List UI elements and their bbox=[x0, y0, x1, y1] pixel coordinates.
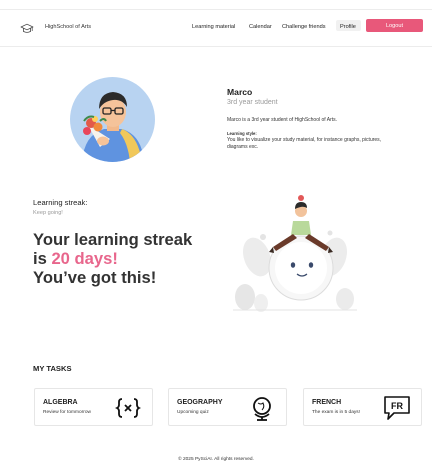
task-name: GEOGRAPHY bbox=[177, 399, 223, 406]
task-name: FRENCH bbox=[312, 399, 342, 406]
student-description: Marco is a 3rd year student of HighSchoo… bbox=[227, 117, 338, 123]
task-subtitle: The exam is in 5 days! bbox=[312, 410, 360, 415]
task-name: ALGEBRA bbox=[43, 399, 78, 406]
streak-illustration bbox=[233, 195, 357, 312]
learning-style-label: Learning style: bbox=[227, 131, 257, 136]
streak-line-1: Your learning streak bbox=[33, 230, 193, 249]
learning-style-text: You like to visualize your study materia… bbox=[227, 137, 382, 150]
nav-profile[interactable]: Profile bbox=[340, 24, 356, 30]
brand-name[interactable]: HighSchool of Arts bbox=[45, 24, 91, 30]
nav-calendar[interactable]: Calendar bbox=[249, 24, 272, 30]
avatar bbox=[70, 77, 155, 162]
streak-is: is bbox=[33, 249, 52, 268]
nav-challenge-friends[interactable]: Challenge friends bbox=[282, 24, 326, 30]
streak-line-2: is 20 days! bbox=[33, 249, 192, 268]
nav-learning-material[interactable]: Learning material bbox=[192, 24, 235, 30]
my-tasks-title: MY TASKS bbox=[33, 364, 72, 373]
task-card-french[interactable]: FRENCH The exam is in 5 days! FR bbox=[303, 388, 422, 426]
task-subtitle: Upcoming quiz bbox=[177, 410, 209, 415]
student-name: Marco bbox=[227, 87, 253, 97]
top-navbar: HighSchool of Arts Learning material Cal… bbox=[0, 9, 432, 47]
task-card-algebra[interactable]: ALGEBRA Review for tommorrow bbox=[34, 388, 153, 426]
graduation-cap-icon[interactable] bbox=[20, 23, 34, 35]
function-braces-icon bbox=[115, 398, 141, 418]
globe-icon bbox=[253, 397, 271, 421]
task-card-geography[interactable]: GEOGRAPHY Upcoming quiz bbox=[168, 388, 287, 426]
streak-line-3: You’ve got this! bbox=[33, 268, 157, 287]
speech-bubble-text: FR bbox=[391, 401, 403, 411]
streak-headline: Your learning streak is 20 days! You’ve … bbox=[33, 230, 192, 287]
logout-button[interactable]: Logout bbox=[366, 19, 423, 32]
streak-label: Learning streak: bbox=[33, 198, 88, 207]
speech-bubble-fr-icon: FR bbox=[384, 396, 410, 420]
streak-days: 20 days! bbox=[51, 249, 118, 268]
streak-subtitle: Keep going! bbox=[33, 210, 63, 216]
student-year: 3rd year student bbox=[227, 99, 278, 106]
task-subtitle: Review for tommorrow bbox=[43, 410, 91, 415]
footer-copyright: © 2025 PySciAI. All rights reserved. bbox=[178, 457, 254, 462]
avatar-illustration bbox=[82, 92, 144, 162]
